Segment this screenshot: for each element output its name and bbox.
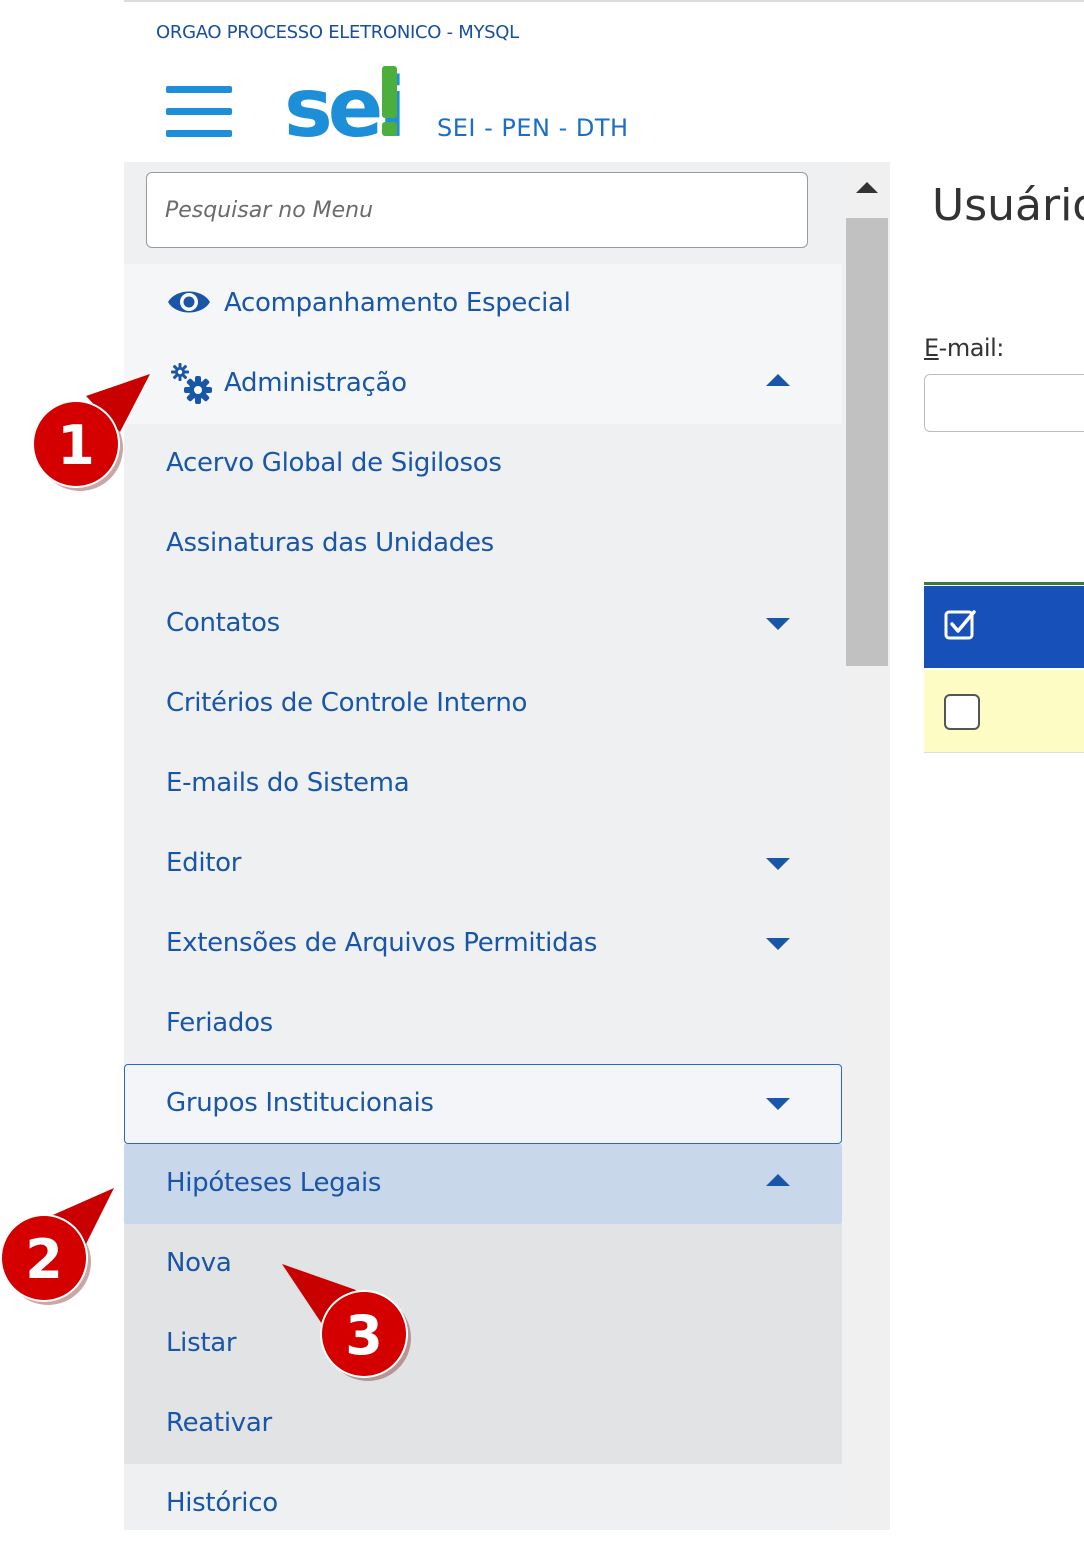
callout-3-number: 3 — [345, 1304, 383, 1367]
scroll-up-arrow-icon[interactable] — [856, 182, 878, 193]
chevron-down-icon — [766, 1098, 790, 1110]
chevron-up-icon — [766, 374, 790, 386]
chevron-down-icon — [766, 938, 790, 950]
menu-item-label: Listar — [166, 1328, 237, 1358]
menu-item-label: Editor — [166, 848, 242, 878]
menu-item-editor[interactable]: Editor — [124, 824, 842, 904]
email-input[interactable] — [924, 374, 1084, 432]
scrollbar-thumb[interactable] — [846, 218, 888, 666]
menu-item-label: Reativar — [166, 1408, 272, 1438]
system-name: SEI - PEN - DTH — [437, 114, 629, 142]
menu-item-historico[interactable]: Histórico — [124, 1464, 842, 1544]
menu-item-label: Nova — [166, 1248, 232, 1278]
email-label-text: -mail: — [938, 334, 1005, 362]
callout-1: 1 — [32, 374, 150, 491]
menu-item-assinaturas[interactable]: Assinaturas das Unidades — [124, 504, 842, 584]
eye-icon — [168, 291, 210, 313]
gears-icon — [171, 363, 212, 404]
callout-2: 2 — [0, 1188, 114, 1305]
hamburger-menu-icon[interactable] — [166, 86, 232, 140]
menu-item-label: Grupos Institucionais — [166, 1088, 434, 1118]
menu-item-feriados[interactable]: Feriados — [124, 984, 842, 1064]
menu-item-contatos[interactable]: Contatos — [124, 584, 842, 664]
main-content: Usuário E-mail: — [890, 162, 1084, 1530]
callout-2-number: 2 — [25, 1228, 63, 1291]
submenu-item-listar[interactable]: Listar — [124, 1304, 842, 1384]
menu-item-acompanhamento-especial[interactable]: Acompanhamento Especial — [124, 264, 842, 344]
chevron-up-icon — [766, 1174, 790, 1186]
page-title: Usuário — [932, 180, 1084, 231]
table-header-row — [924, 586, 1084, 668]
menu-item-hipoteses-legais[interactable]: Hipóteses Legais — [124, 1144, 842, 1224]
menu-item-administracao[interactable]: Administração — [124, 344, 842, 424]
select-all-checkbox-icon[interactable] — [944, 608, 978, 642]
email-label-accesskey: E — [924, 334, 939, 362]
menu-item-label: E-mails do Sistema — [166, 768, 410, 798]
chevron-down-icon — [766, 618, 790, 630]
sidebar-menu: Acompanhamento Especial Administração Ac… — [124, 162, 842, 1530]
table-row — [924, 670, 1084, 753]
row-checkbox[interactable] — [944, 694, 980, 730]
menu-item-grupos-institucionais[interactable]: Grupos Institucionais — [124, 1064, 842, 1144]
menu-item-label: Extensões de Arquivos Permitidas — [166, 928, 598, 958]
menu-item-criterios[interactable]: Critérios de Controle Interno — [124, 664, 842, 744]
submenu-item-nova[interactable]: Nova — [124, 1224, 842, 1304]
menu-item-label: Histórico — [166, 1488, 278, 1518]
menu-item-acervo-global[interactable]: Acervo Global de Sigilosos — [124, 424, 842, 504]
menu-item-label: Feriados — [166, 1008, 273, 1038]
email-label: E-mail: — [924, 334, 1004, 362]
sei-logo[interactable]: sei — [284, 58, 404, 148]
menu-item-extensoes[interactable]: Extensões de Arquivos Permitidas — [124, 904, 842, 984]
menu-item-label: Acervo Global de Sigilosos — [166, 448, 502, 478]
org-name: ORGAO PROCESSO ELETRONICO - MYSQL — [156, 22, 519, 43]
menu-item-label: Hipóteses Legais — [166, 1168, 382, 1198]
menu-item-emails[interactable]: E-mails do Sistema — [124, 744, 842, 824]
table-top-border — [924, 582, 1084, 585]
chevron-down-icon — [766, 858, 790, 870]
menu-search-input[interactable] — [146, 172, 808, 248]
callout-1-number: 1 — [57, 414, 95, 477]
sidebar-scrollbar[interactable] — [842, 162, 890, 1530]
app-header: ORGAO PROCESSO ELETRONICO - MYSQL sei SE… — [124, 0, 1084, 164]
menu-item-label: Administração — [224, 368, 407, 398]
callout-3: 3 — [282, 1264, 411, 1381]
menu-item-label: Contatos — [166, 608, 280, 638]
menu-item-label: Assinaturas das Unidades — [166, 528, 494, 558]
submenu-item-reativar[interactable]: Reativar — [124, 1384, 842, 1464]
menu-item-label: Critérios de Controle Interno — [166, 688, 528, 718]
menu-item-label: Acompanhamento Especial — [224, 288, 571, 318]
